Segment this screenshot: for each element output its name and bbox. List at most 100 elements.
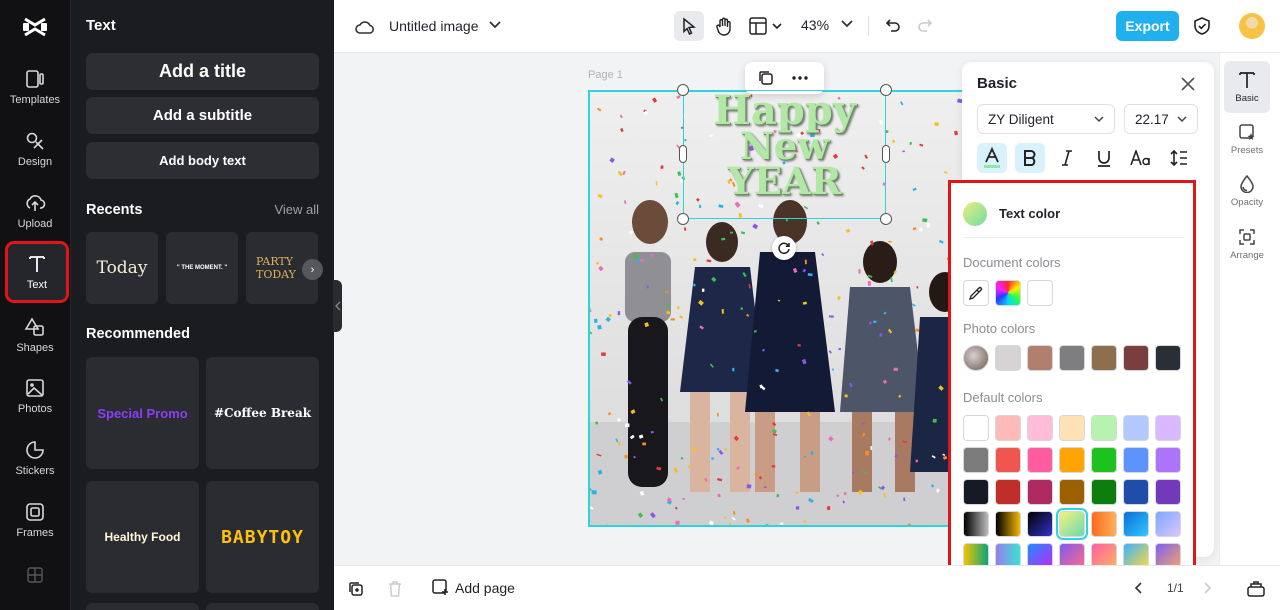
shield-icon[interactable] [1191,15,1213,37]
default-color-swatch[interactable] [995,479,1021,505]
redo-icon[interactable] [914,14,936,36]
default-color-swatch[interactable] [1059,479,1085,505]
recommended-template-partial[interactable] [86,603,199,610]
recents-next-arrow-icon[interactable]: › [302,259,323,280]
close-icon[interactable] [1179,75,1197,93]
photo-color-swatch[interactable] [1027,345,1053,371]
resize-handle-left[interactable] [679,145,687,163]
default-color-swatch[interactable] [1091,415,1117,441]
zoom-chevron-down-icon[interactable] [840,17,854,31]
rail-item-upload[interactable]: Upload [0,183,70,239]
text-color-button[interactable] [977,143,1007,173]
view-all-link[interactable]: View all [274,202,319,217]
default-color-swatch[interactable] [1155,447,1181,473]
rail-item-frames[interactable]: Frames [0,492,70,548]
user-avatar[interactable] [1239,13,1265,39]
default-color-swatch[interactable] [1027,447,1053,473]
line-spacing-button[interactable] [1164,143,1194,173]
layout-menu-icon[interactable] [748,11,784,41]
default-color-swatch[interactable] [1155,415,1181,441]
canvas-text-element[interactable]: Happy New YEAR [683,90,886,199]
rail-item-design[interactable]: Design [0,121,70,177]
custom-color-picker-swatch[interactable] [995,280,1021,306]
photo-color-swatch[interactable] [1091,345,1117,371]
default-color-swatch[interactable] [1091,479,1117,505]
chevron-down-icon[interactable] [488,18,502,32]
default-color-swatch[interactable] [1123,447,1149,473]
photo-color-swatch[interactable] [1155,345,1181,371]
pages-panel-icon[interactable] [1246,579,1266,599]
right-rail-presets[interactable]: Presets [1224,113,1270,165]
resize-handle-bottom-right[interactable] [880,213,892,225]
gradient-swatch[interactable] [1155,511,1181,537]
current-text-color-swatch[interactable] [963,202,987,226]
default-color-swatch[interactable] [963,479,989,505]
gradient-swatch[interactable] [1123,511,1149,537]
duplicate-page-icon[interactable] [346,579,366,599]
default-color-swatch[interactable] [963,415,989,441]
italic-button[interactable] [1052,143,1082,173]
default-color-swatch[interactable] [1155,479,1181,505]
resize-handle-right[interactable] [882,145,890,163]
delete-page-icon[interactable] [385,579,405,599]
photo-color-swatch[interactable] [995,345,1021,371]
zoom-level[interactable]: 43% [801,17,829,33]
add-body-text-button[interactable]: Add body text [86,142,319,179]
recommended-template-babytoy[interactable]: BABYTOY [206,481,319,593]
default-color-swatch[interactable] [1059,415,1085,441]
hand-tool-icon[interactable] [709,11,739,41]
bold-button[interactable] [1015,143,1045,173]
eyedropper-button[interactable] [963,280,989,306]
panel-collapse-handle[interactable] [333,280,342,332]
default-color-swatch[interactable] [1091,447,1117,473]
rotate-handle-icon[interactable] [772,236,796,260]
default-color-swatch[interactable] [995,447,1021,473]
duplicate-icon[interactable] [757,69,775,87]
add-subtitle-button[interactable]: Add a subtitle [86,97,319,134]
rail-item-shapes[interactable]: Shapes [0,307,70,363]
default-color-swatch[interactable] [995,415,1021,441]
capcut-logo-icon[interactable] [22,14,48,40]
right-rail-basic[interactable]: Basic [1224,61,1270,113]
underline-button[interactable] [1089,143,1119,173]
gradient-swatch[interactable] [1027,511,1053,537]
recommended-template-special-promo[interactable]: Special Promo [86,357,199,469]
photo-thumbnail[interactable] [963,345,989,371]
recommended-template-coffee-break[interactable]: #Coffee Break [206,357,319,469]
gradient-swatch[interactable] [1091,511,1117,537]
document-title[interactable]: Untitled image [389,18,479,34]
recent-template-the-moment[interactable]: " THE MOMENT. " [166,232,238,304]
recent-template-today[interactable]: Today [86,232,158,304]
resize-handle-top-right[interactable] [880,84,892,96]
default-color-swatch[interactable] [963,447,989,473]
photo-color-swatch[interactable] [1059,345,1085,371]
gradient-swatch[interactable] [995,511,1021,537]
add-title-button[interactable]: Add a title [86,53,319,90]
rail-item-stickers[interactable]: Stickers [0,430,70,486]
cloud-save-icon[interactable] [354,16,376,38]
default-color-swatch[interactable] [1059,447,1085,473]
rail-item-photos[interactable]: Photos [0,368,70,424]
text-case-button[interactable] [1126,143,1156,173]
add-page-button[interactable]: Add page [432,579,515,596]
gradient-swatch[interactable] [963,511,989,537]
more-options-icon[interactable] [791,69,809,87]
right-rail-opacity[interactable]: Opacity [1224,165,1270,217]
resize-handle-bottom-left[interactable] [677,213,689,225]
rail-item-text[interactable]: Text [5,241,69,303]
resize-handle-top-left[interactable] [677,84,689,96]
document-color-swatch-white[interactable] [1027,280,1053,306]
recommended-template-partial[interactable] [206,603,319,610]
undo-icon[interactable] [882,14,904,36]
font-family-select[interactable]: ZY Diligent [977,104,1115,134]
rail-item-templates[interactable]: Templates [0,59,70,115]
select-tool-icon[interactable] [674,11,704,41]
next-page-icon[interactable] [1201,581,1215,595]
recommended-template-healthy-food[interactable]: Healthy Food [86,481,199,593]
export-button[interactable]: Export [1116,11,1179,41]
default-color-swatch[interactable] [1123,415,1149,441]
gradient-swatch-selected[interactable] [1056,508,1088,540]
font-size-select[interactable]: 22.17 [1124,104,1198,134]
grid-icon[interactable] [27,567,43,583]
default-color-swatch[interactable] [1123,479,1149,505]
